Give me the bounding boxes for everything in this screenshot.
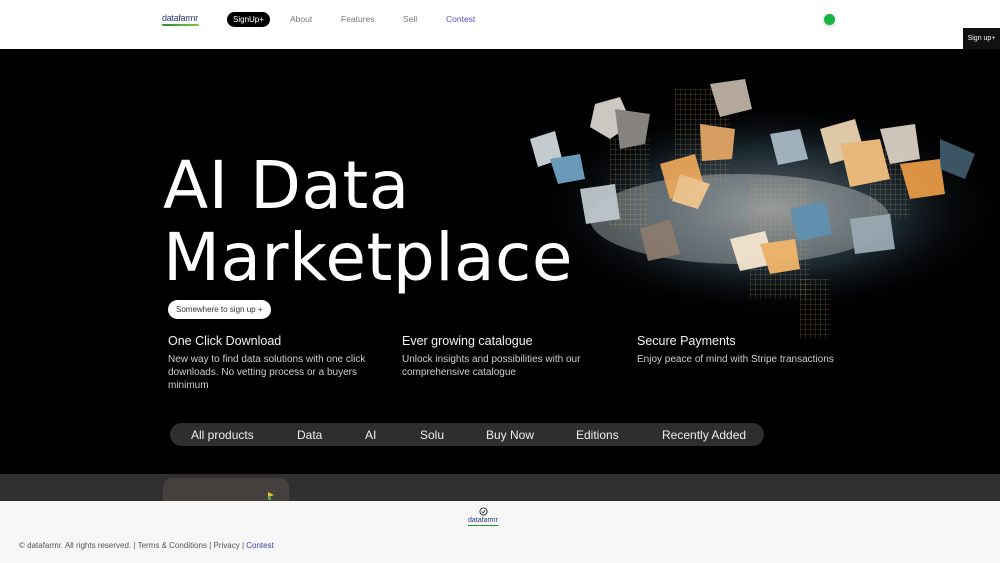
- feature-text: Enjoy peace of mind with Stripe transact…: [637, 354, 834, 365]
- feature-title: Ever growing catalogue: [402, 334, 533, 348]
- flag-icon: [268, 492, 274, 500]
- category-recently-added[interactable]: Recently Added: [662, 428, 746, 442]
- terms-link[interactable]: Terms & Conditions: [138, 541, 207, 550]
- footer-logo-text: datafarmr: [466, 517, 500, 526]
- feature-secure-payments: Secure Payments Enjoy peace of mind with…: [637, 334, 837, 366]
- side-signup-button[interactable]: Sign up+: [963, 28, 1000, 49]
- logo-text: datafarmr: [162, 13, 198, 23]
- nav-link-sell[interactable]: Sell: [403, 14, 417, 24]
- hero-title-line2: Marketplace: [163, 219, 573, 296]
- feature-text: New way to find data solutions with one …: [168, 354, 366, 391]
- category-buy-now[interactable]: Buy Now: [486, 428, 534, 442]
- footer: datafarmr © datafarmr. All rights reserv…: [0, 501, 1000, 563]
- hero-section: AI Data Marketplace Somewhere to sign up…: [0, 49, 1000, 474]
- top-navigation: datafarmr SignUp+ About Features Sell Co…: [0, 0, 1000, 49]
- category-data[interactable]: Data: [297, 428, 322, 442]
- logo-underline: [162, 24, 199, 26]
- category-bar: All products Data AI Solu Buy Now Editio…: [170, 423, 764, 446]
- separator: |: [133, 541, 136, 550]
- copyright-text: © datafarmr. All rights reserved.: [19, 541, 132, 550]
- signup-cta-button[interactable]: Somewhere to sign up +: [168, 300, 271, 319]
- nav-link-contest[interactable]: Contest: [446, 14, 475, 24]
- feature-one-click-download: One Click Download New way to find data …: [168, 334, 368, 392]
- hero-title-line1: AI Data: [163, 147, 410, 224]
- footer-logo[interactable]: datafarmr: [466, 507, 500, 526]
- products-strip: [0, 474, 1000, 501]
- contest-link[interactable]: Contest: [246, 541, 274, 550]
- nav-link-features[interactable]: Features: [341, 14, 375, 24]
- feature-text: Unlock insights and possibilities with o…: [402, 354, 581, 378]
- category-editions[interactable]: Editions: [576, 428, 619, 442]
- separator: |: [209, 541, 212, 550]
- data-cloud-illustration: [530, 79, 1000, 339]
- category-solu[interactable]: Solu: [420, 428, 444, 442]
- hero-title: AI Data Marketplace: [163, 150, 573, 294]
- signup-button[interactable]: SignUp+: [227, 12, 270, 27]
- category-all-products[interactable]: All products: [191, 428, 254, 442]
- separator: |: [241, 541, 245, 550]
- feature-title: One Click Download: [168, 334, 282, 348]
- feature-title: Secure Payments: [637, 334, 736, 348]
- feature-catalogue: Ever growing catalogue Unlock insights a…: [402, 334, 602, 379]
- nav-link-about[interactable]: About: [290, 14, 312, 24]
- clock-icon: [478, 507, 488, 516]
- datafarmr-logo[interactable]: datafarmr: [162, 13, 199, 26]
- category-ai[interactable]: AI: [365, 428, 376, 442]
- footer-links: © datafarmr. All rights reserved. | Term…: [19, 541, 274, 550]
- privacy-link[interactable]: Privacy: [213, 541, 239, 550]
- online-status-icon: [824, 14, 835, 25]
